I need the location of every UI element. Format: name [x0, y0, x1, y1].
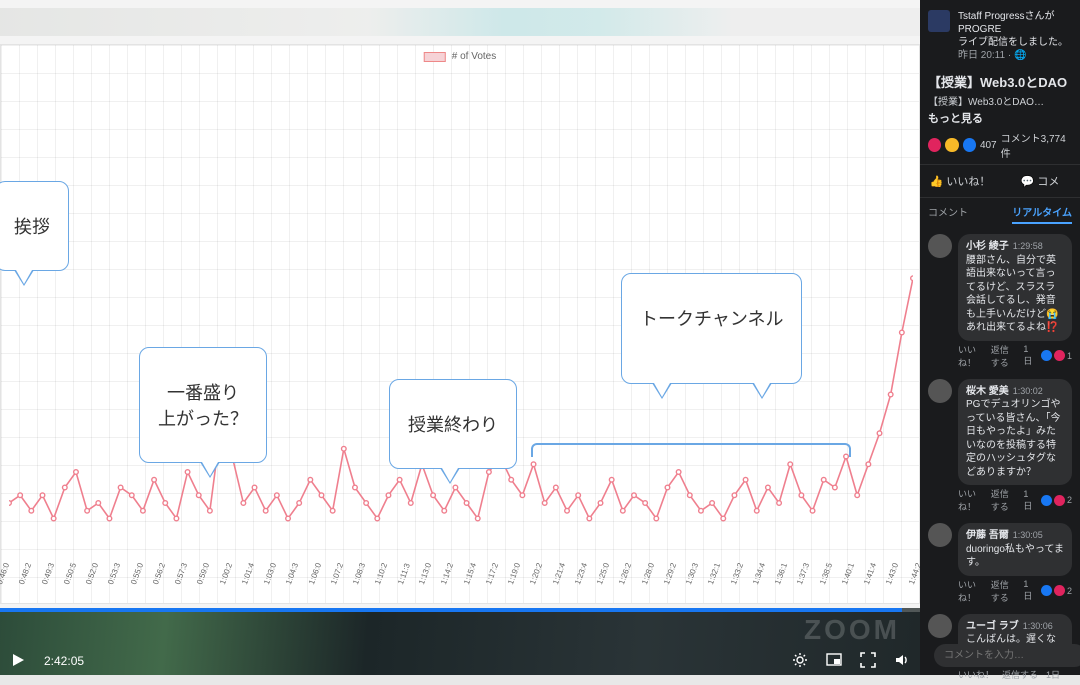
poster-line: Tstaff ProgressさんがPROGRE [958, 10, 1072, 36]
comment-reacts[interactable]: 1 [1041, 350, 1072, 361]
comment-input[interactable] [934, 644, 1080, 667]
tab-comment[interactable]: コメント [928, 204, 968, 224]
comment-tabs: コメント リアルタイム [920, 198, 1080, 224]
like-icon [963, 138, 976, 152]
comment-reply[interactable]: 返信する [991, 343, 1016, 369]
comment-bubble: 桜木 愛美1:30:02PGでデュオリンゴやっている皆さん、「今日もやったよ」み… [958, 379, 1072, 486]
commenter-name[interactable]: ユーゴ ラブ [966, 621, 1019, 632]
comment-reacts[interactable]: 2 [1041, 585, 1072, 596]
action-bar: 👍 いいね！ 💬 コメ [920, 164, 1080, 198]
play-icon[interactable] [10, 652, 26, 671]
fullscreen-icon[interactable] [860, 652, 876, 671]
chart-x-axis: 0:46:00:48:20:49:30:50:50:52:00:53:30:55… [5, 565, 917, 603]
facebook-sidebar: Tstaff ProgressさんがPROGRE ライブ配信をしました。 昨日 … [920, 0, 1080, 675]
callout-aisatsu: 挨拶 [0, 181, 69, 271]
like-button[interactable]: 👍 いいね！ [920, 165, 1000, 197]
reactions-row[interactable]: 407 コメント3,774件 [920, 126, 1080, 164]
settings-icon[interactable] [792, 652, 808, 671]
comment-bubble: 小杉 綾子1:29:58腰部さん、自分で英語出来ないって言ってるけど、スラスラ会… [958, 234, 1072, 341]
thumb-icon: 👍 [930, 176, 944, 188]
pip-icon[interactable] [826, 652, 842, 671]
commenter-avatar[interactable] [928, 379, 952, 403]
globe-icon: 🌐 [1014, 50, 1026, 61]
commenter-avatar[interactable] [928, 234, 952, 258]
tab-realtime[interactable]: リアルタイム [1012, 204, 1072, 224]
comment-list: 小杉 綾子1:29:58腰部さん、自分で英語出来ないって言ってるけど、スラスラ会… [920, 224, 1080, 685]
zoom-watermark: ZOOM [804, 614, 900, 646]
legend-swatch [424, 52, 446, 62]
chart-legend: # of Votes [424, 51, 496, 62]
heart-icon [928, 138, 941, 152]
comment-bubble: 伊藤 吾爾1:30:05duoringo私もやってます。 [958, 523, 1072, 576]
comment-input-row [928, 644, 1072, 667]
comment-reply[interactable]: 返信する [991, 578, 1016, 604]
comment-reply[interactable]: 返信する [991, 487, 1016, 513]
chart-container: # of Votes 0:46:00:48:20:49:30:50:50:52:… [0, 44, 920, 604]
post-subtitle: 【授業】Web3.0とDAO… [920, 93, 1080, 108]
callout-moriagatta: 一番盛り 上がった？ [139, 347, 267, 463]
comment: 伊藤 吾爾1:30:05duoringo私もやってます。 [920, 517, 1080, 578]
legend-label: # of Votes [452, 51, 496, 62]
comment-age: 1日 [1023, 579, 1033, 602]
post-header[interactable]: Tstaff ProgressさんがPROGRE ライブ配信をしました。 昨日 … [920, 0, 1080, 68]
poster-line2: ライブ配信をしました。 [958, 36, 1072, 49]
commenter-name[interactable]: 桜木 愛美 [966, 386, 1009, 397]
video-time: 2:42:05 [44, 654, 84, 668]
comment-icon: 💬 [1021, 176, 1035, 188]
commenter-avatar[interactable] [928, 614, 952, 638]
comment-reacts[interactable]: 2 [1041, 495, 1072, 506]
video-controls[interactable]: ZOOM 2:42:05 [0, 608, 920, 675]
callout-jugyo-owari: 授業終わり [389, 379, 517, 469]
brace-talk-channel [531, 443, 851, 457]
callout-talk-channel: トークチャンネル [621, 273, 802, 384]
avatar[interactable] [928, 10, 950, 32]
commenter-name[interactable]: 伊藤 吾爾 [966, 530, 1009, 541]
comment-age: 1日 [1023, 489, 1033, 512]
comment-age: 1日 [1023, 344, 1033, 367]
commenter-name[interactable]: 小杉 綾子 [966, 241, 1009, 252]
progress-bar[interactable] [0, 608, 920, 612]
main-pane: # of Votes 0:46:00:48:20:49:30:50:50:52:… [0, 0, 920, 675]
post-title: 【授業】Web3.0とDAO [920, 68, 1080, 93]
volume-icon[interactable] [894, 652, 910, 671]
background-strip [0, 8, 920, 36]
comment: 桜木 愛美1:30:02PGでデュオリンゴやっている皆さん、「今日もやったよ」み… [920, 373, 1080, 488]
comment-like[interactable]: いいね！ [958, 487, 983, 513]
see-more[interactable]: もっと見る [920, 108, 1080, 126]
comment-button[interactable]: 💬 コメ [1000, 165, 1080, 197]
comment-count[interactable]: コメント3,774件 [1001, 130, 1072, 160]
comment: 小杉 綾子1:29:58腰部さん、自分で英語出来ないって言ってるけど、スラスラ会… [920, 228, 1080, 343]
comment-like[interactable]: いいね！ [958, 343, 983, 369]
wow-icon [945, 138, 958, 152]
commenter-avatar[interactable] [928, 523, 952, 547]
comment-like[interactable]: いいね！ [958, 578, 983, 604]
